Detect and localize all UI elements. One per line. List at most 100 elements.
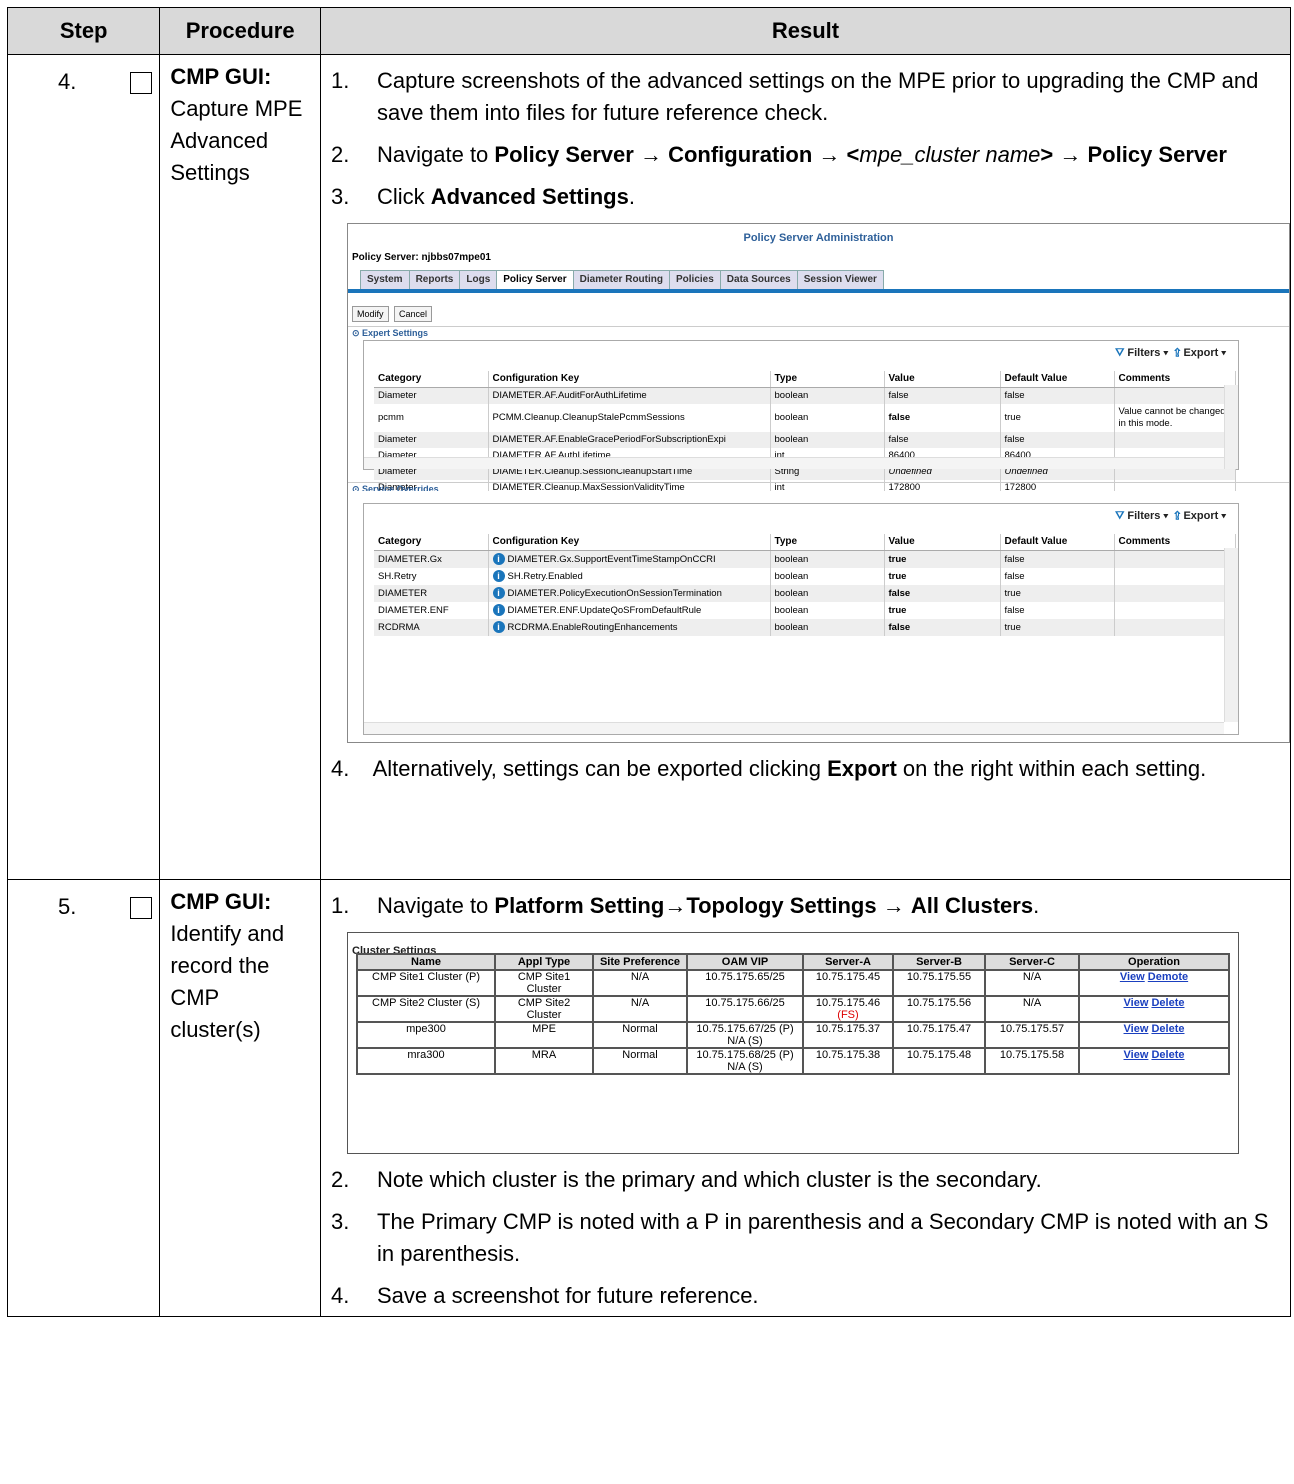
delete-link[interactable]: Delete — [1151, 1023, 1184, 1035]
instruction-text: Navigate to — [377, 142, 495, 167]
vertical-scrollbar[interactable] — [1224, 385, 1238, 469]
info-icon[interactable]: i — [492, 570, 505, 582]
export-button[interactable]: Export — [1183, 510, 1218, 522]
col-default-value[interactable]: Default Value — [1000, 534, 1115, 551]
cell-server-c: 10.75.175.58 — [984, 1047, 1080, 1075]
demote-link[interactable]: Demote — [1148, 971, 1188, 983]
instruction-number: 2. — [331, 1167, 350, 1192]
cell-config-key: i SH.Retry.Enabled — [488, 568, 771, 585]
delete-link[interactable]: Delete — [1151, 997, 1184, 1009]
cell-default-value: false — [1000, 550, 1115, 568]
arrow-icon: → — [818, 142, 841, 167]
col-category[interactable]: Category — [374, 371, 489, 388]
col-config-key[interactable]: Configuration Key — [488, 534, 771, 551]
procedure-title: CMP GUI: — [170, 64, 272, 89]
col-comments[interactable]: Comments — [1114, 371, 1236, 388]
expert-settings-label: Expert Settings — [362, 328, 429, 338]
table-row[interactable]: RCDRMA i RCDRMA.EnableRoutingEnhancements b… — [374, 619, 1236, 636]
col-comments[interactable]: Comments — [1114, 534, 1236, 551]
table-row[interactable]: DIAMETER.ENF i DIAMETER.ENF.UpdateQoSFromD… — [374, 602, 1236, 619]
tab-logs[interactable]: Logs — [459, 270, 498, 290]
cell-server-c: N/A — [984, 969, 1080, 997]
cell-category: Diameter — [374, 387, 489, 404]
filter-icon[interactable]: ⛛ — [1115, 347, 1124, 359]
export-icon[interactable]: ⇪ — [1174, 347, 1180, 359]
horizontal-scrollbar[interactable] — [364, 722, 1224, 734]
cell-appl-type: CMP Site2 Cluster — [494, 995, 594, 1023]
info-icon[interactable]: i — [492, 621, 505, 633]
table-row[interactable]: pcmm PCMM.Cleanup.CleanupStalePcmmSession… — [374, 404, 1236, 432]
cell-config-key: i DIAMETER.PolicyExecutionOnSessionTermin… — [488, 585, 771, 602]
filters-button[interactable]: Filters — [1127, 347, 1160, 359]
delete-link[interactable]: Delete — [1151, 1049, 1184, 1061]
admin-title: Policy Server Administration — [743, 232, 894, 244]
col-value[interactable]: Value — [884, 534, 1001, 551]
arrow-icon: → — [639, 142, 662, 167]
instruction-text: The Primary CMP is noted with a P in par… — [377, 1209, 1269, 1266]
cell-type: boolean — [770, 619, 885, 636]
filter-icon[interactable]: ⛛ — [1115, 510, 1124, 522]
service-overrides-panel: ⛛ Filters ▾ ⇪ Export ▾ Category Configur… — [347, 491, 1290, 743]
step-checkbox[interactable] — [130, 897, 152, 919]
step-5-cell: 5. — [6, 879, 161, 1317]
tab-policy-server[interactable]: Policy Server — [496, 270, 574, 290]
step-checkbox[interactable] — [130, 72, 152, 94]
table-header-row: Name Appl Type Site Preference OAM VIP S… — [356, 953, 1230, 971]
cell-value: false — [884, 404, 1001, 432]
procedure-text: Capture MPE Advanced Settings — [170, 96, 303, 185]
cell-comments — [1114, 550, 1236, 568]
policy-server-screenshot: Policy Server Administration Policy Serv… — [347, 223, 1290, 493]
menu-path-all-clusters: All Clusters — [910, 893, 1034, 918]
cell-config-key: i DIAMETER.ENF.UpdateQoSFromDefaultRule — [488, 602, 771, 619]
view-link[interactable]: View — [1124, 1023, 1149, 1035]
filters-button[interactable]: Filters — [1127, 510, 1160, 522]
cell-comments — [1114, 602, 1236, 619]
tab-reports[interactable]: Reports — [408, 270, 461, 290]
cell-site-preference: Normal — [592, 1047, 688, 1075]
cell-operation: View Demote — [1078, 969, 1230, 997]
tab-policies[interactable]: Policies — [668, 270, 721, 290]
col-default-value[interactable]: Default Value — [1000, 371, 1115, 388]
view-link[interactable]: View — [1124, 997, 1149, 1009]
cell-default-value: false — [1000, 568, 1115, 585]
col-config-key[interactable]: Configuration Key — [488, 371, 771, 388]
horizontal-scrollbar[interactable] — [364, 457, 1224, 469]
cell-type: boolean — [770, 602, 885, 619]
cell-default-value: false — [1000, 602, 1115, 619]
instruction-number: 1. — [331, 68, 350, 93]
menu-path-configuration: Configuration — [668, 142, 813, 167]
info-icon[interactable]: i — [492, 604, 505, 616]
cell-default-value: false — [1000, 432, 1115, 448]
col-category[interactable]: Category — [374, 534, 489, 551]
instruction-number: 3. — [331, 184, 350, 209]
instruction-text: Navigate to — [377, 893, 495, 918]
tab-diameter-routing[interactable]: Diameter Routing — [572, 270, 670, 290]
export-button[interactable]: Export — [1183, 347, 1218, 359]
col-site-preference: Site Preference — [592, 953, 688, 971]
table-row[interactable]: DIAMETER.Gx i DIAMETER.Gx.SupportEventTime… — [374, 550, 1236, 568]
instruction-4: 4. Alternatively, settings can be export… — [331, 753, 1280, 785]
table-row[interactable]: Diameter DIAMETER.AF.EnableGracePeriodFor… — [374, 432, 1236, 448]
view-link[interactable]: View — [1120, 971, 1145, 983]
cell-site-preference: N/A — [592, 995, 688, 1023]
step-number: 4. — [58, 69, 77, 94]
export-icon[interactable]: ⇪ — [1174, 510, 1180, 522]
table-row[interactable]: Diameter DIAMETER.AF.AuditForAuthLifetime… — [374, 387, 1236, 404]
cluster-row: CMP Site2 Cluster (S) CMP Site2 Cluster N/… — [356, 995, 1230, 1023]
table-row[interactable]: SH.Retry i SH.Retry.Enabled boolean true fals… — [374, 568, 1236, 585]
col-value[interactable]: Value — [884, 371, 1001, 388]
tab-data-sources[interactable]: Data Sources — [719, 270, 798, 290]
tab-system[interactable]: System — [360, 270, 410, 290]
tab-session-viewer[interactable]: Session Viewer — [796, 270, 884, 290]
modify-button[interactable]: Modify — [352, 306, 389, 322]
col-type[interactable]: Type — [770, 534, 885, 551]
vertical-scrollbar[interactable] — [1224, 548, 1238, 722]
info-icon[interactable]: i — [492, 553, 505, 565]
cancel-button[interactable]: Cancel — [394, 306, 433, 322]
info-icon[interactable]: i — [492, 587, 505, 599]
col-type[interactable]: Type — [770, 371, 885, 388]
expert-settings-header[interactable]: ⊙ Expert Settings — [348, 326, 1289, 339]
table-row[interactable]: DIAMETER i DIAMETER.PolicyExecutionOnSessi… — [374, 585, 1236, 602]
view-link[interactable]: View — [1124, 1049, 1149, 1061]
col-server-c: Server-C — [984, 953, 1080, 971]
